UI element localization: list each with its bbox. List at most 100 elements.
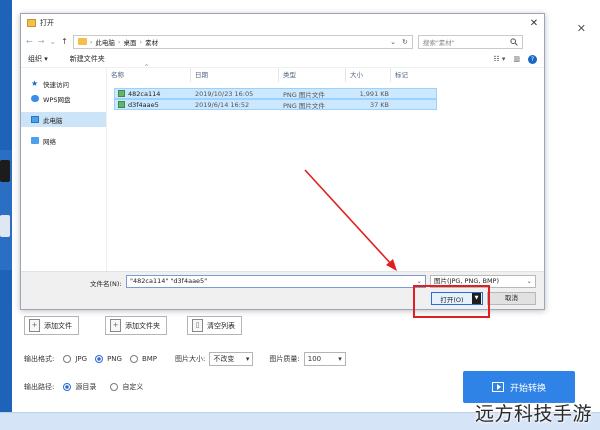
folder-icon xyxy=(27,19,36,27)
column-tag[interactable]: 标记 xyxy=(391,68,431,82)
file-type: PNG 图片文件 xyxy=(283,90,325,99)
chevron-down-icon: ▾ xyxy=(245,355,250,363)
star-icon: ★ xyxy=(31,79,39,88)
nav-item-quick-access[interactable]: ★ 快速访问 xyxy=(21,76,106,91)
dialog-title: 打开 xyxy=(40,19,54,27)
format-bmp-label: BMP xyxy=(141,355,158,363)
cancel-button[interactable]: 取消 xyxy=(487,292,536,305)
sort-indicator-icon: ^ xyxy=(144,64,150,71)
format-jpg-radio[interactable] xyxy=(63,355,72,363)
column-size[interactable]: 大小 xyxy=(346,68,391,82)
app-close-icon[interactable]: ✕ xyxy=(577,22,586,35)
nav-item-label: WPS网盘 xyxy=(43,95,71,104)
column-headers: 名称 日期 类型 大小 标记 xyxy=(107,68,544,82)
path-source-radio[interactable] xyxy=(63,383,72,391)
format-png-label: PNG xyxy=(107,355,122,363)
search-input[interactable]: 搜索"素材" xyxy=(417,34,523,49)
table-row[interactable]: 482ca114 2019/10/23 16:05 PNG 图片文件 1,991… xyxy=(114,88,437,99)
chevron-down-icon: ▾ xyxy=(338,355,342,363)
address-dropdown-icon[interactable]: ⌄ xyxy=(390,38,396,46)
output-format-label: 输出格式: xyxy=(24,355,55,363)
breadcrumb-separator: › xyxy=(89,37,93,46)
output-path-row: 输出路径: 源目录 自定义 xyxy=(24,382,143,392)
search-icon xyxy=(510,37,518,46)
refresh-icon[interactable]: ↻ xyxy=(402,38,408,46)
breadcrumb-item-desktop[interactable]: 桌面 xyxy=(124,37,137,47)
cloud-icon xyxy=(31,95,39,102)
clear-list-button[interactable]: ▯ 清空列表 xyxy=(187,316,242,335)
filename-label: 文件名(N): xyxy=(90,280,122,288)
dialog-body: ★ 快速访问 WPS网盘 此电脑 网络 ^ 名称 日期 类型 大小 标记 482… xyxy=(21,64,544,271)
breadcrumb-item-this-pc[interactable]: 此电脑 xyxy=(95,37,115,47)
breadcrumb-item-assets[interactable]: 素材 xyxy=(145,37,158,47)
nav-item-this-pc[interactable]: 此电脑 xyxy=(21,112,106,127)
format-bmp-radio[interactable] xyxy=(129,355,138,363)
filename-input[interactable]: "482ca114" "d3f4aae5" ⌄ xyxy=(126,275,426,288)
nav-item-label: 网络 xyxy=(43,137,56,146)
column-date[interactable]: 日期 xyxy=(191,68,279,82)
image-size-select[interactable]: 不改变 ▾ xyxy=(209,352,254,366)
add-file-button[interactable]: + 添加文件 xyxy=(24,316,79,335)
start-convert-label: 开始转换 xyxy=(509,383,546,394)
breadcrumb[interactable]: › 此电脑 › 桌面 › 素材 ⌄ ↻ xyxy=(72,34,413,49)
file-size: 1,991 KB xyxy=(359,89,389,98)
nav-item-wps-cloud[interactable]: WPS网盘 xyxy=(21,91,106,106)
play-icon xyxy=(491,382,504,392)
breadcrumb-separator: › xyxy=(117,37,121,46)
network-icon xyxy=(31,137,39,144)
path-source-label: 源目录 xyxy=(75,383,97,391)
forward-arrow-icon[interactable]: → xyxy=(38,37,45,46)
help-icon[interactable]: ? xyxy=(528,54,537,64)
add-file-label: 添加文件 xyxy=(44,321,72,330)
file-size: 37 KB xyxy=(369,100,389,109)
table-row[interactable]: d3f4aae5 2019/6/14 16:52 PNG 图片文件 37 KB xyxy=(114,99,437,110)
quality-select[interactable]: 100 ▾ xyxy=(303,352,346,366)
add-folder-label: 添加文件夹 xyxy=(125,321,160,330)
file-name: 482ca114 xyxy=(128,89,161,98)
navigation-pane: ★ 快速访问 WPS网盘 此电脑 网络 xyxy=(21,68,107,271)
desktop-app-icon[interactable] xyxy=(0,160,10,182)
open-file-dialog: 打开 ✕ ← → ⌄ ↑ › 此电脑 › 桌面 › 素材 ⌄ ↻ 搜索"素材" xyxy=(20,13,545,310)
quality-label: 图片质量: xyxy=(269,355,300,363)
folder-icon xyxy=(77,38,87,45)
file-date: 2019/10/23 16:05 xyxy=(195,89,254,98)
highlight-box xyxy=(413,285,490,318)
desktop-app-icon[interactable] xyxy=(0,215,10,237)
format-png-radio[interactable] xyxy=(95,355,104,363)
nav-item-label: 此电脑 xyxy=(43,116,63,125)
organize-menu[interactable]: 组织 ▾ xyxy=(28,54,48,64)
image-size-value: 不改变 xyxy=(213,355,235,363)
file-icon: + xyxy=(29,319,40,332)
path-custom-label: 自定义 xyxy=(122,383,144,391)
up-arrow-icon[interactable]: ↑ xyxy=(61,37,68,46)
close-icon[interactable]: ✕ xyxy=(524,18,544,29)
folder-icon: + xyxy=(110,319,121,332)
dialog-titlebar: 打开 ✕ xyxy=(21,14,544,32)
new-folder-button[interactable]: 新建文件夹 xyxy=(70,54,105,64)
output-path-label: 输出路径: xyxy=(24,383,55,391)
file-list: ^ 名称 日期 类型 大小 标记 482ca114 2019/10/23 16:… xyxy=(107,64,544,271)
nav-item-label: 快速访问 xyxy=(43,80,69,89)
pc-icon xyxy=(31,116,39,123)
column-type[interactable]: 类型 xyxy=(279,68,346,82)
chevron-down-icon: ⌄ xyxy=(526,277,532,285)
image-file-icon xyxy=(118,101,125,108)
file-date: 2019/6/14 16:52 xyxy=(195,100,250,109)
filename-value: "482ca114" "d3f4aae5" xyxy=(130,277,208,285)
dialog-toolbar: 组织 ▾ 新建文件夹 ☷ ▾ ▥ ? xyxy=(21,51,544,68)
format-jpg-label: JPG xyxy=(75,355,88,363)
view-options-icon[interactable]: ☷ ▾ xyxy=(493,55,505,63)
path-custom-radio[interactable] xyxy=(110,383,119,391)
history-chevron-icon[interactable]: ⌄ xyxy=(49,37,56,46)
nav-item-network[interactable]: 网络 xyxy=(21,133,106,148)
file-type: PNG 图片文件 xyxy=(283,101,325,110)
trash-icon: ▯ xyxy=(192,319,203,332)
search-placeholder: 搜索"素材" xyxy=(422,38,455,47)
file-name: d3f4aae5 xyxy=(128,100,159,109)
back-arrow-icon[interactable]: ← xyxy=(26,37,33,46)
add-folder-button[interactable]: + 添加文件夹 xyxy=(105,316,167,335)
image-file-icon xyxy=(118,90,125,97)
preview-pane-icon[interactable]: ▥ xyxy=(513,55,520,63)
clear-list-label: 清空列表 xyxy=(207,321,235,330)
address-bar: ← → ⌄ ↑ › 此电脑 › 桌面 › 素材 ⌄ ↻ 搜索"素材" xyxy=(21,32,544,51)
